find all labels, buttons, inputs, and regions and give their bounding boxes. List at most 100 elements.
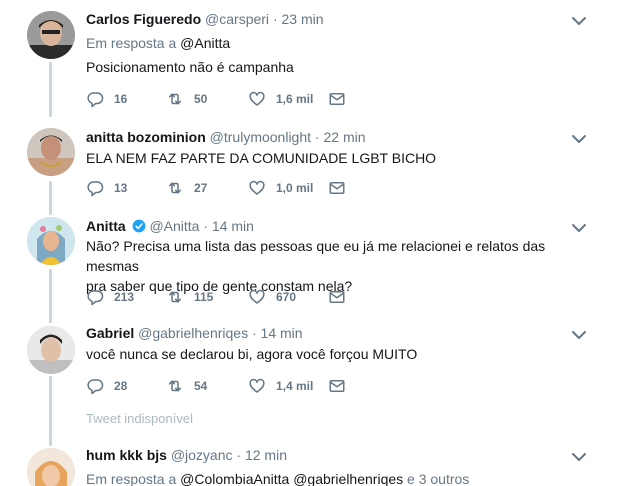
reply-suffix[interactable]: e 3 outros: [407, 471, 469, 486]
tweet-header: hum kkk bjs @jozyanc · 12 min: [86, 445, 287, 465]
avatar-image: [27, 448, 75, 486]
action-bar: 16 50 1,6 mil: [86, 88, 356, 110]
user-handle[interactable]: @Anitta: [149, 218, 199, 234]
retweet-button[interactable]: 50: [166, 88, 207, 110]
chevron-down-icon[interactable]: [570, 329, 588, 341]
retweet-button[interactable]: 54: [166, 375, 207, 397]
like-icon: [249, 289, 265, 304]
reply-prefix: Em resposta a: [86, 35, 177, 51]
user-handle[interactable]: @trulymoonlight: [210, 129, 311, 145]
retweet-count: 115: [194, 290, 214, 304]
avatar[interactable]: [27, 217, 75, 265]
like-button[interactable]: 1,4 mil: [248, 375, 313, 397]
like-count: 1,6 mil: [276, 92, 314, 106]
retweet-count: 54: [194, 379, 208, 393]
retweet-button[interactable]: 27: [166, 177, 207, 199]
retweet-count: 27: [194, 181, 208, 195]
tweet[interactable]: Carlos Figueredo @carsperi · 23 min Em r…: [0, 9, 624, 115]
timestamp[interactable]: 14 min: [261, 325, 303, 341]
retweet-icon: [169, 93, 181, 105]
reply-icon: [87, 290, 104, 306]
like-button[interactable]: 670: [248, 286, 296, 308]
display-name[interactable]: Gabriel: [86, 325, 134, 341]
reply-mention[interactable]: @Anitta: [180, 35, 230, 51]
retweet-count: 50: [194, 92, 208, 106]
action-bar: 28 54 1,4 mil: [86, 375, 356, 397]
avatar[interactable]: [27, 11, 75, 59]
action-bar: 13 27 1,0 mil: [86, 177, 356, 199]
display-name[interactable]: anitta bozominion: [86, 129, 206, 145]
tweet[interactable]: hum kkk bjs @jozyanc · 12 min Em respost…: [0, 445, 624, 486]
user-handle[interactable]: @carsperi: [205, 11, 269, 27]
timestamp[interactable]: 12 min: [245, 447, 287, 463]
tweet-text: Posicionamento não é campanha: [86, 59, 294, 75]
tweet-header: Carlos Figueredo @carsperi · 23 min: [86, 9, 324, 29]
like-button[interactable]: 1,6 mil: [248, 88, 313, 110]
timestamp[interactable]: 23 min: [282, 11, 324, 27]
tweet-header: Gabriel @gabrielhenriqes · 14 min: [86, 323, 303, 343]
avatar[interactable]: [27, 448, 75, 486]
direct-message-button[interactable]: [328, 177, 346, 199]
tweet-text-line: Não? Precisa uma lista das pessoas que e…: [86, 238, 546, 274]
separator-dot: ·: [236, 447, 242, 463]
separator-dot: ·: [314, 129, 320, 145]
tweet[interactable]: anitta bozominion @trulymoonlight · 22 m…: [0, 127, 624, 207]
separator-dot: ·: [251, 325, 257, 341]
reply-button[interactable]: 28: [86, 375, 127, 397]
direct-message-button[interactable]: [328, 286, 346, 308]
tweet-unavailable-notice: Tweet indisponível: [86, 411, 193, 426]
tweet[interactable]: Anitta @Anitta · 14 min Não? Precisa uma…: [0, 216, 624, 306]
retweet-icon: [169, 291, 181, 303]
reply-button[interactable]: 13: [86, 177, 127, 199]
reply-count: 28: [114, 379, 128, 393]
user-handle[interactable]: @jozyanc: [171, 447, 233, 463]
tweet-text: ELA NEM FAZ PARTE DA COMUNIDADE LGBT BIC…: [86, 150, 437, 166]
retweet-button[interactable]: 115: [166, 286, 213, 308]
action-bar: 213 115 670: [86, 286, 356, 308]
reply-button[interactable]: 16: [86, 88, 127, 110]
verified-badge-icon: [132, 219, 145, 233]
message-icon: [329, 380, 345, 392]
direct-message-button[interactable]: [328, 88, 346, 110]
like-icon: [249, 91, 265, 106]
avatar-image: [27, 11, 75, 59]
tweet-header: Anitta @Anitta · 14 min: [86, 216, 254, 236]
reply-icon: [87, 181, 104, 197]
timestamp[interactable]: 22 min: [323, 129, 365, 145]
chevron-down-icon[interactable]: [570, 222, 588, 234]
reply-icon: [87, 92, 104, 108]
message-icon: [329, 93, 345, 105]
tweet[interactable]: Gabriel @gabrielhenriqes · 14 min você n…: [0, 323, 624, 403]
like-count: 1,4 mil: [276, 379, 314, 393]
chevron-down-icon[interactable]: [570, 451, 588, 463]
like-icon: [249, 180, 265, 195]
like-count: 1,0 mil: [276, 181, 314, 195]
like-count: 670: [276, 290, 297, 304]
display-name[interactable]: Carlos Figueredo: [86, 11, 201, 27]
direct-message-button[interactable]: [328, 375, 346, 397]
chevron-down-icon[interactable]: [570, 133, 588, 145]
retweet-icon: [169, 182, 181, 194]
avatar-image: [27, 326, 75, 374]
chevron-down-icon[interactable]: [570, 15, 588, 27]
reply-context: Em resposta a @Anitta: [86, 33, 230, 53]
like-button[interactable]: 1,0 mil: [248, 177, 313, 199]
avatar-image: [27, 217, 75, 265]
message-icon: [329, 182, 345, 194]
display-name[interactable]: hum kkk bjs: [86, 447, 167, 463]
avatar[interactable]: [27, 128, 75, 176]
reply-prefix: Em resposta a: [86, 471, 177, 486]
separator-dot: ·: [272, 11, 278, 27]
user-handle[interactable]: @gabrielhenriqes: [138, 325, 248, 341]
reply-icon: [87, 379, 104, 395]
avatar[interactable]: [27, 326, 75, 374]
tweet-text: você nunca se declarou bi, agora você fo…: [86, 346, 418, 362]
like-icon: [249, 378, 265, 393]
separator-dot: ·: [203, 218, 209, 234]
reply-button[interactable]: 213: [86, 286, 134, 308]
reply-context: Em resposta a @ColombiaAnitta @gabrielhe…: [86, 469, 469, 486]
reply-count: 16: [114, 92, 128, 106]
reply-mentions[interactable]: @ColombiaAnitta @gabrielhenriqes: [180, 471, 403, 486]
display-name[interactable]: Anitta: [86, 218, 126, 234]
timestamp[interactable]: 14 min: [212, 218, 254, 234]
